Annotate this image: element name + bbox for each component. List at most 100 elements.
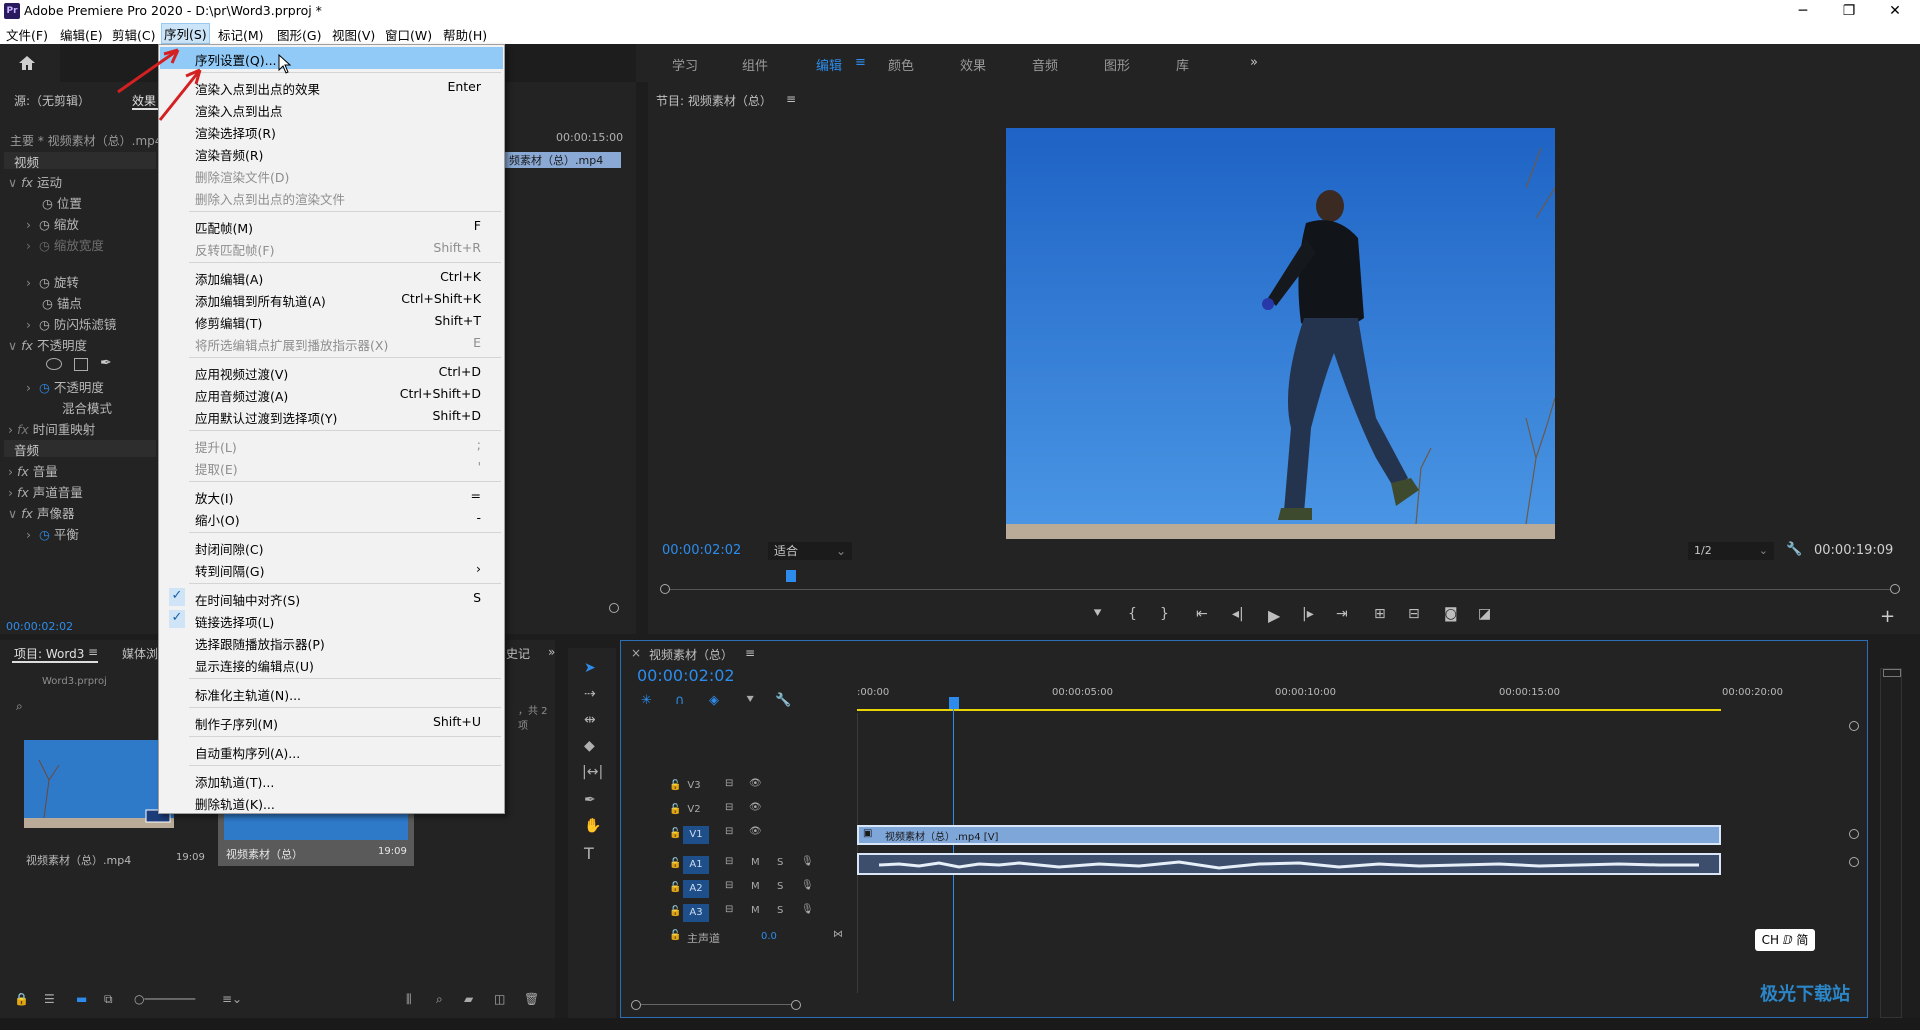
menu-item[interactable]: 显示连接的编辑点(U): [160, 653, 503, 675]
track-select-tool-icon[interactable]: ⇢: [584, 686, 596, 702]
effect-opacity[interactable]: ∨ fx 不透明度: [8, 335, 87, 354]
maximize-button[interactable]: ❐: [1826, 0, 1872, 22]
track-name[interactable]: V1: [683, 826, 709, 844]
program-title[interactable]: 节目: 视频素材（总）: [656, 92, 772, 109]
new-item-icon[interactable]: ◫: [494, 992, 505, 1006]
delete-icon[interactable]: 🗑: [524, 992, 539, 1006]
menu-item[interactable]: 选择跟随播放指示器(P): [160, 631, 503, 653]
workspace-libraries[interactable]: 库: [1176, 55, 1189, 74]
add-marker-icon[interactable]: ⯆: [745, 693, 755, 708]
step-forward-icon[interactable]: |▸: [1302, 606, 1314, 622]
menu-help[interactable]: 帮助(H): [443, 25, 487, 44]
sync-lock-icon[interactable]: ⊟: [725, 778, 733, 789]
prop-blend-mode[interactable]: 混合模式: [62, 398, 112, 417]
sync-lock-icon[interactable]: ⊟: [725, 826, 733, 837]
program-timecode[interactable]: 00:00:02:02: [662, 543, 741, 558]
linked-selection-icon[interactable]: ◈: [709, 693, 719, 708]
program-scrubber[interactable]: [662, 589, 1890, 590]
wrench-icon[interactable]: 🔧: [1786, 542, 1802, 557]
video-clip-v1[interactable]: ▣ 视频素材（总）.mp4 [V]: [857, 825, 1721, 845]
icon-view-icon[interactable]: ▬: [76, 992, 87, 1006]
track-name[interactable]: V3: [683, 780, 705, 796]
list-view-icon[interactable]: ☰: [44, 992, 55, 1006]
go-to-in-icon[interactable]: ⇤: [1196, 606, 1208, 622]
ripple-edit-tool-icon[interactable]: ⇹: [584, 712, 596, 728]
sync-lock-icon[interactable]: ⊟: [725, 856, 733, 867]
stopwatch-icon[interactable]: ◷: [39, 217, 50, 232]
track-name[interactable]: A1: [683, 856, 709, 874]
track-name[interactable]: V2: [683, 804, 705, 820]
add-button-icon[interactable]: +: [1880, 606, 1895, 627]
nest-icon[interactable]: ✳: [641, 693, 652, 708]
project-thumb-1[interactable]: [24, 740, 174, 828]
menu-item[interactable]: ✓ 在时间轴中对齐(S) S: [160, 587, 503, 609]
source-tab[interactable]: 源:（无剪辑）: [14, 92, 90, 109]
menu-item[interactable]: 应用音频过渡(A) Ctrl+Shift+D: [160, 383, 503, 405]
workspace-effects[interactable]: 效果: [960, 55, 986, 74]
zoom-slider[interactable]: ○───────: [134, 992, 195, 1006]
mark-in-icon[interactable]: {: [1128, 606, 1137, 622]
scrubber-end-handle[interactable]: [1890, 584, 1900, 594]
ellipse-mask-icon[interactable]: [46, 358, 62, 370]
menu-item[interactable]: 应用默认过渡到选择项(Y) Shift+D: [160, 405, 503, 427]
close-button[interactable]: ✕: [1872, 0, 1918, 22]
snap-icon[interactable]: ∩: [675, 693, 685, 708]
search-icon[interactable]: ⌕: [16, 699, 23, 714]
effect-channel-volume[interactable]: › fx 声道音量: [8, 482, 83, 501]
program-playhead[interactable]: [786, 570, 796, 582]
track-name[interactable]: A3: [683, 904, 709, 922]
menu-item[interactable]: 应用视频过渡(V) Ctrl+D: [160, 361, 503, 383]
eye-icon[interactable]: 👁: [749, 778, 762, 789]
menu-item[interactable]: 删除轨道(K)...: [160, 791, 503, 813]
menu-item[interactable]: 制作子序列(M) Shift+U: [160, 711, 503, 733]
lock-icon[interactable]: 🔓: [669, 906, 681, 917]
menu-item[interactable]: 添加编辑(A) Ctrl+K: [160, 266, 503, 288]
master-settings-icon[interactable]: ⋈: [833, 929, 843, 940]
menu-view[interactable]: 视图(V): [332, 25, 375, 44]
extract-icon[interactable]: ⊟: [1408, 606, 1420, 622]
solo-button[interactable]: S: [777, 857, 783, 868]
lock-icon[interactable]: 🔓: [669, 882, 681, 893]
prop-scale[interactable]: › ◷ 缩放: [26, 214, 79, 233]
add-marker-icon[interactable]: ⯆: [1092, 606, 1103, 622]
effect-motion[interactable]: ∨ fx 运动: [8, 172, 62, 191]
razor-tool-icon[interactable]: ◆: [584, 738, 595, 754]
sort-icon[interactable]: ≡⌄: [222, 992, 242, 1006]
effect-time-remap[interactable]: › fx 时间重映射: [8, 419, 95, 438]
menu-item[interactable]: 修剪编辑(T) Shift+T: [160, 310, 503, 332]
timeline-hscroll-end[interactable]: [791, 1000, 801, 1010]
stopwatch-icon[interactable]: ◷: [42, 196, 53, 211]
menu-item[interactable]: 封闭间隙(C): [160, 536, 503, 558]
prop-rotation[interactable]: › ◷ 旋转: [26, 272, 79, 291]
workspace-more-button[interactable]: »: [1250, 55, 1258, 70]
freeform-view-icon[interactable]: ⧉: [104, 992, 113, 1007]
menu-item[interactable]: 放大(I) =: [160, 485, 503, 507]
pen-tool-icon[interactable]: ✒: [584, 792, 596, 808]
solo-button[interactable]: S: [777, 905, 783, 916]
workspace-color[interactable]: 颜色: [888, 55, 914, 74]
new-bin-icon[interactable]: ▰: [464, 992, 473, 1006]
work-area-bar[interactable]: [857, 709, 1721, 711]
mark-out-icon[interactable]: }: [1160, 606, 1169, 622]
stopwatch-icon[interactable]: ◷: [39, 317, 50, 332]
pen-mask-icon[interactable]: ✒: [100, 355, 112, 371]
comparison-view-icon[interactable]: ◪: [1478, 606, 1491, 622]
sync-lock-icon[interactable]: ⊟: [725, 802, 733, 813]
scrubber-start-handle[interactable]: [660, 584, 670, 594]
timeline-playhead-handle[interactable]: [949, 697, 959, 709]
panel-more-icon[interactable]: »: [548, 645, 555, 659]
eye-icon[interactable]: 👁: [749, 826, 762, 837]
prop-anchor[interactable]: ◷ 锚点: [42, 293, 82, 312]
go-to-out-icon[interactable]: ⇥: [1336, 606, 1348, 622]
mic-icon[interactable]: 🎙: [801, 856, 814, 867]
track-name[interactable]: A2: [683, 880, 709, 898]
prop-opacity[interactable]: › ◷ 不透明度: [26, 377, 104, 396]
project-tab[interactable]: 项目: Word3: [14, 645, 84, 662]
step-back-icon[interactable]: ◂|: [1232, 606, 1244, 622]
lock-icon[interactable]: 🔓: [669, 804, 681, 815]
menu-item[interactable]: 渲染音频(R): [160, 142, 503, 164]
history-tab[interactable]: 史记: [506, 645, 530, 662]
menu-item[interactable]: 自动重构序列(A)...: [160, 740, 503, 762]
menu-window[interactable]: 窗口(W): [385, 25, 432, 44]
media-browser-tab[interactable]: 媒体浏: [122, 645, 158, 662]
